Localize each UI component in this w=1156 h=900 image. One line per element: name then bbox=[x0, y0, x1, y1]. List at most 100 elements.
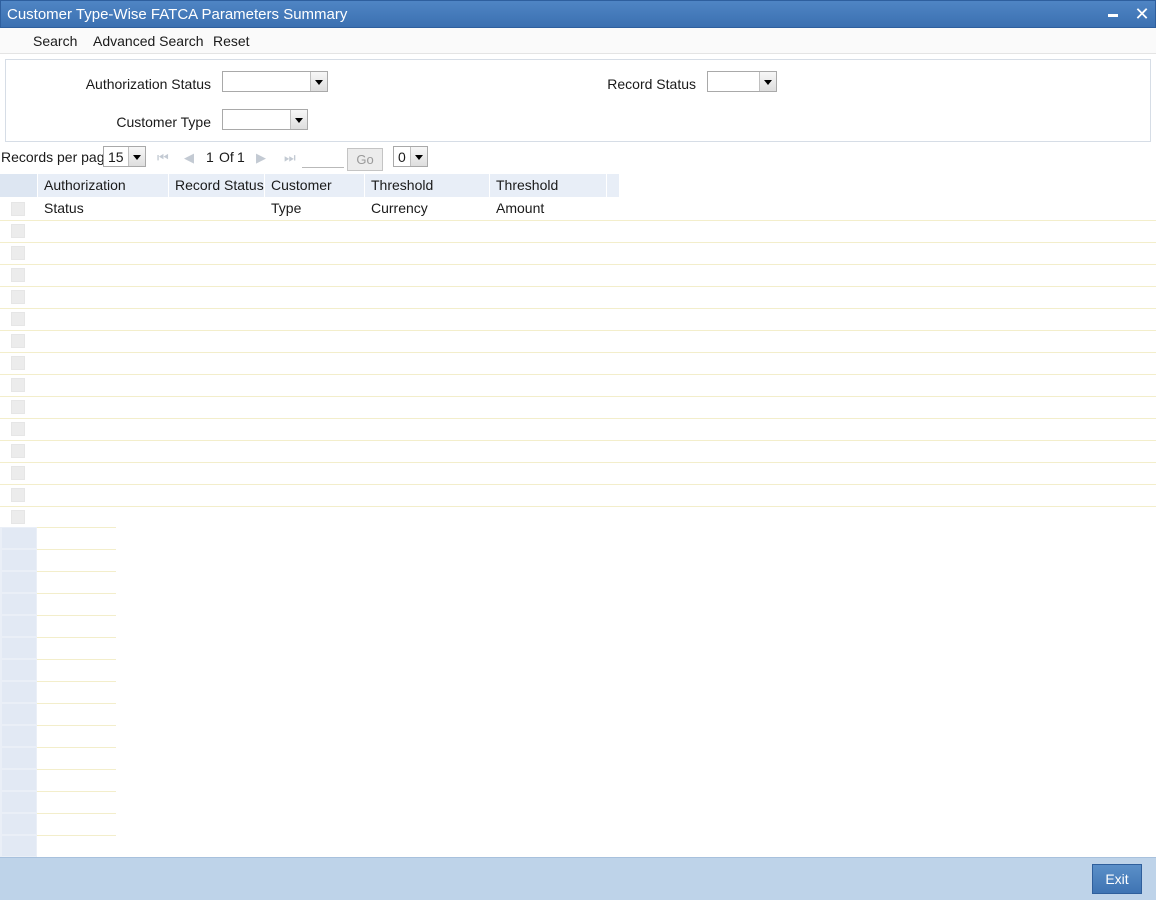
column-header-customer-type[interactable]: Customer Type bbox=[265, 174, 365, 216]
table-row bbox=[37, 681, 116, 682]
advanced-search-menu-item[interactable]: Advanced Search bbox=[93, 33, 204, 49]
row-checkbox[interactable] bbox=[11, 400, 25, 414]
row-checkbox[interactable] bbox=[11, 466, 25, 480]
row-selector bbox=[2, 682, 36, 702]
table-row bbox=[37, 659, 116, 660]
table-row bbox=[0, 440, 1156, 441]
row-selector bbox=[2, 770, 36, 790]
row-checkbox[interactable] bbox=[11, 422, 25, 436]
row-checkbox[interactable] bbox=[11, 510, 25, 524]
table-row bbox=[37, 769, 116, 770]
table-row bbox=[37, 813, 116, 814]
table-row bbox=[0, 352, 1156, 353]
table-row bbox=[0, 220, 1156, 221]
results-grid: Authorization Status Record Status Custo… bbox=[0, 174, 1156, 857]
row-checkbox[interactable] bbox=[11, 356, 25, 370]
table-row bbox=[0, 374, 1156, 375]
table-row bbox=[37, 835, 116, 836]
table-row bbox=[37, 549, 116, 550]
row-checkbox[interactable] bbox=[11, 312, 25, 326]
row-selector bbox=[2, 638, 36, 658]
row-selector bbox=[2, 814, 36, 834]
previous-page-icon[interactable]: ◀ bbox=[184, 150, 194, 166]
exit-button[interactable]: Exit bbox=[1092, 864, 1142, 894]
footer-bar: Exit bbox=[0, 857, 1156, 900]
row-selector bbox=[2, 528, 36, 548]
chevron-down-icon[interactable] bbox=[290, 110, 307, 129]
customer-type-select[interactable] bbox=[222, 109, 308, 130]
column-header-spacer bbox=[607, 174, 620, 197]
table-row bbox=[37, 593, 116, 594]
goto-page-input[interactable] bbox=[302, 149, 344, 168]
row-selector bbox=[2, 660, 36, 680]
row-selector-column bbox=[0, 527, 116, 857]
page-select-value: 0 bbox=[398, 149, 406, 165]
row-checkbox[interactable] bbox=[11, 224, 25, 238]
chevron-down-icon[interactable] bbox=[759, 72, 776, 91]
menu-bar: Search Advanced Search Reset bbox=[0, 28, 1156, 54]
column-header-threshold-currency[interactable]: Threshold Currency bbox=[365, 174, 490, 216]
row-selector bbox=[2, 572, 36, 592]
next-page-icon[interactable]: ▶ bbox=[256, 150, 266, 166]
last-page-icon[interactable]: ⏭ bbox=[284, 150, 296, 166]
record-status-select[interactable] bbox=[707, 71, 777, 92]
chevron-down-icon[interactable] bbox=[410, 147, 427, 166]
table-row bbox=[0, 396, 1156, 397]
column-header-threshold-amount[interactable]: Threshold Amount bbox=[490, 174, 607, 216]
table-row bbox=[0, 506, 1156, 507]
table-row bbox=[37, 637, 116, 638]
table-row bbox=[37, 571, 116, 572]
table-row bbox=[37, 615, 116, 616]
first-page-icon[interactable]: ⏮ bbox=[157, 150, 169, 166]
row-selector bbox=[2, 836, 36, 856]
row-checkbox[interactable] bbox=[11, 268, 25, 282]
table-row bbox=[0, 330, 1156, 331]
row-checkbox[interactable] bbox=[11, 444, 25, 458]
column-header-record-status[interactable]: Record Status bbox=[169, 174, 265, 197]
row-selector bbox=[2, 616, 36, 636]
customer-type-label: Customer Type bbox=[116, 114, 211, 130]
row-selector bbox=[2, 704, 36, 724]
total-pages: 1 bbox=[237, 149, 245, 165]
page-select[interactable]: 0 bbox=[393, 146, 428, 167]
go-button[interactable]: Go bbox=[347, 148, 383, 171]
authorization-status-label: Authorization Status bbox=[85, 76, 211, 92]
row-checkbox[interactable] bbox=[11, 378, 25, 392]
minimize-icon[interactable] bbox=[1102, 3, 1124, 25]
table-row bbox=[37, 527, 116, 528]
row-checkbox[interactable] bbox=[11, 202, 25, 216]
row-checkbox[interactable] bbox=[11, 488, 25, 502]
grid-header: Authorization Status Record Status Custo… bbox=[0, 174, 620, 216]
table-row bbox=[37, 791, 116, 792]
records-per-page-select[interactable]: 15 bbox=[103, 146, 146, 167]
row-selector bbox=[2, 726, 36, 746]
select-all-header[interactable] bbox=[0, 174, 38, 197]
chevron-down-icon[interactable] bbox=[310, 72, 327, 91]
pagination-bar: Records per page 15 ⏮ ◀ 1 Of 1 ▶ ⏭ Go 0 bbox=[0, 143, 1156, 173]
chevron-down-icon[interactable] bbox=[128, 147, 145, 166]
table-row bbox=[0, 264, 1156, 265]
column-header-authorization-status[interactable]: Authorization Status bbox=[38, 174, 169, 216]
table-row bbox=[0, 242, 1156, 243]
table-row bbox=[0, 484, 1156, 485]
table-row bbox=[37, 747, 116, 748]
records-per-page-label: Records per page bbox=[1, 149, 113, 165]
close-icon[interactable]: ✕ bbox=[1131, 3, 1153, 25]
row-selector bbox=[2, 792, 36, 812]
current-page: 1 bbox=[206, 149, 214, 165]
row-selector bbox=[2, 594, 36, 614]
row-checkbox[interactable] bbox=[11, 334, 25, 348]
table-row bbox=[0, 286, 1156, 287]
table-row bbox=[0, 418, 1156, 419]
table-row bbox=[0, 308, 1156, 309]
table-row bbox=[37, 725, 116, 726]
row-checkbox[interactable] bbox=[11, 290, 25, 304]
row-checkbox[interactable] bbox=[11, 246, 25, 260]
records-per-page-value: 15 bbox=[108, 149, 124, 165]
authorization-status-select[interactable] bbox=[222, 71, 328, 92]
row-selector bbox=[2, 550, 36, 570]
title-bar: Customer Type-Wise FATCA Parameters Summ… bbox=[0, 0, 1156, 28]
reset-menu-item[interactable]: Reset bbox=[213, 33, 250, 49]
search-menu-item[interactable]: Search bbox=[33, 33, 77, 49]
record-status-label: Record Status bbox=[607, 76, 696, 92]
